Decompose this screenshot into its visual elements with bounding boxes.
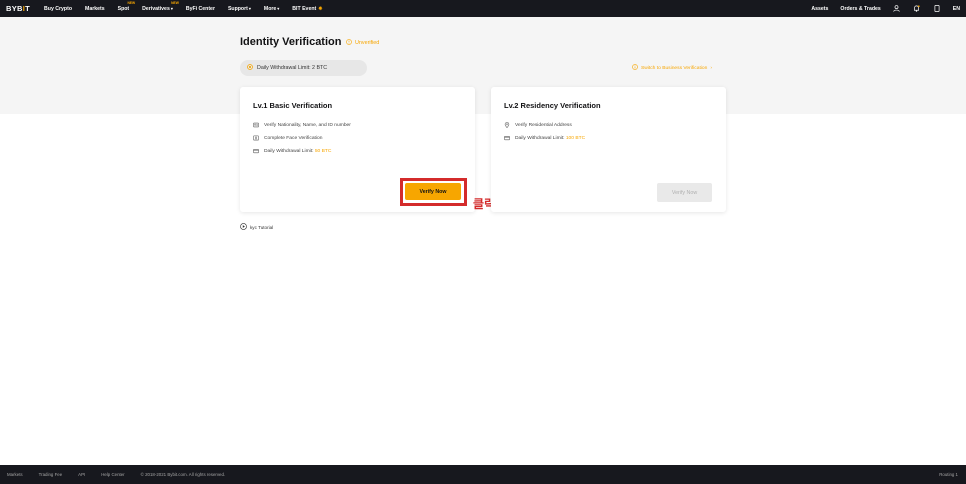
face-scan-icon (253, 135, 259, 141)
new-badge: NEW (171, 0, 179, 5)
star-icon: ✸ (318, 5, 323, 12)
nav-more[interactable]: More▾ (264, 6, 279, 12)
withdrawal-limit-pill: Daily Withdrawal Limit: 2 BTC (240, 60, 367, 76)
bybit-logo[interactable]: BYBIT (6, 4, 30, 13)
nav-derivatives[interactable]: Derivatives▾ NEW (142, 1, 179, 12)
basic-verification-card: Lv.1 Basic Verification Verify Nationali… (240, 87, 475, 212)
footer-link-api[interactable]: API (78, 472, 85, 477)
feature-item: Daily Withdrawal Limit: 50 BTC (253, 148, 331, 154)
coin-icon (247, 64, 253, 72)
header-band (0, 17, 966, 114)
routing-selector[interactable]: Routing 1 (939, 472, 958, 477)
footer-link-help-center[interactable]: Help Center (101, 472, 124, 477)
language-selector[interactable]: EN (953, 6, 960, 12)
user-icon[interactable] (893, 5, 901, 13)
nav-byfi-center[interactable]: ByFi Center (186, 6, 215, 12)
top-nav: BYBIT Buy Crypto Markets Spot NEW Derivat… (0, 0, 966, 17)
card-title: Lv.1 Basic Verification (253, 101, 333, 110)
wallet-icon (504, 135, 510, 141)
footer-copyright: © 2018-2021 Bybit.com. All rights reserv… (140, 472, 226, 477)
wallet-icon (253, 148, 259, 154)
nav-markets[interactable]: Markets (85, 6, 105, 12)
chevron-right-icon: › (710, 65, 712, 71)
nav-assets[interactable]: Assets (811, 6, 828, 12)
residency-verification-card: Lv.2 Residency Verification Verify Resid… (491, 87, 726, 212)
card-title: Lv.2 Residency Verification (504, 101, 601, 110)
footer-link-markets[interactable]: Markets (7, 472, 23, 477)
verify-now-button-disabled[interactable]: Verify Now (657, 183, 712, 202)
nav-support[interactable]: Support▾ (228, 6, 251, 12)
feature-item: Verify Nationality, Name, and ID number (253, 122, 351, 128)
feature-item: Verify Residential Address (504, 122, 572, 128)
id-card-icon (253, 122, 259, 128)
nav-spot[interactable]: Spot NEW (118, 1, 136, 12)
caret-down-icon: ▾ (170, 5, 173, 11)
footer-link-trading-fee[interactable]: Trading Fee (39, 472, 63, 477)
page-title: Identity Verification (240, 36, 342, 48)
nav-orders-trades[interactable]: Orders & Trades (840, 6, 880, 12)
switch-business-verification-link[interactable]: Switch to Business Verification › (632, 64, 712, 72)
feature-item: Complete Face Verification (253, 135, 322, 141)
caret-down-icon: ▾ (248, 5, 251, 11)
verify-now-button[interactable]: Verify Now (405, 183, 461, 200)
nav-bit-event[interactable]: BIT Event ✸ (292, 6, 322, 12)
bell-icon[interactable] (913, 5, 921, 13)
nav-buy-crypto[interactable]: Buy Crypto (44, 6, 72, 12)
warning-circle-icon (346, 39, 352, 47)
footer: Markets Trading Fee API Help Center © 20… (0, 465, 966, 484)
kyc-tutorial-link[interactable]: kyc Tutorial (240, 223, 273, 231)
feature-item: Daily Withdrawal Limit: 100 BTC (504, 135, 585, 141)
info-circle-icon (632, 64, 638, 72)
mobile-icon[interactable] (933, 5, 941, 13)
status-badge: Unverified (346, 39, 379, 47)
caret-down-icon: ▾ (277, 5, 280, 11)
new-badge: NEW (127, 0, 136, 5)
play-circle-icon (240, 223, 247, 231)
location-pin-icon (504, 122, 510, 128)
